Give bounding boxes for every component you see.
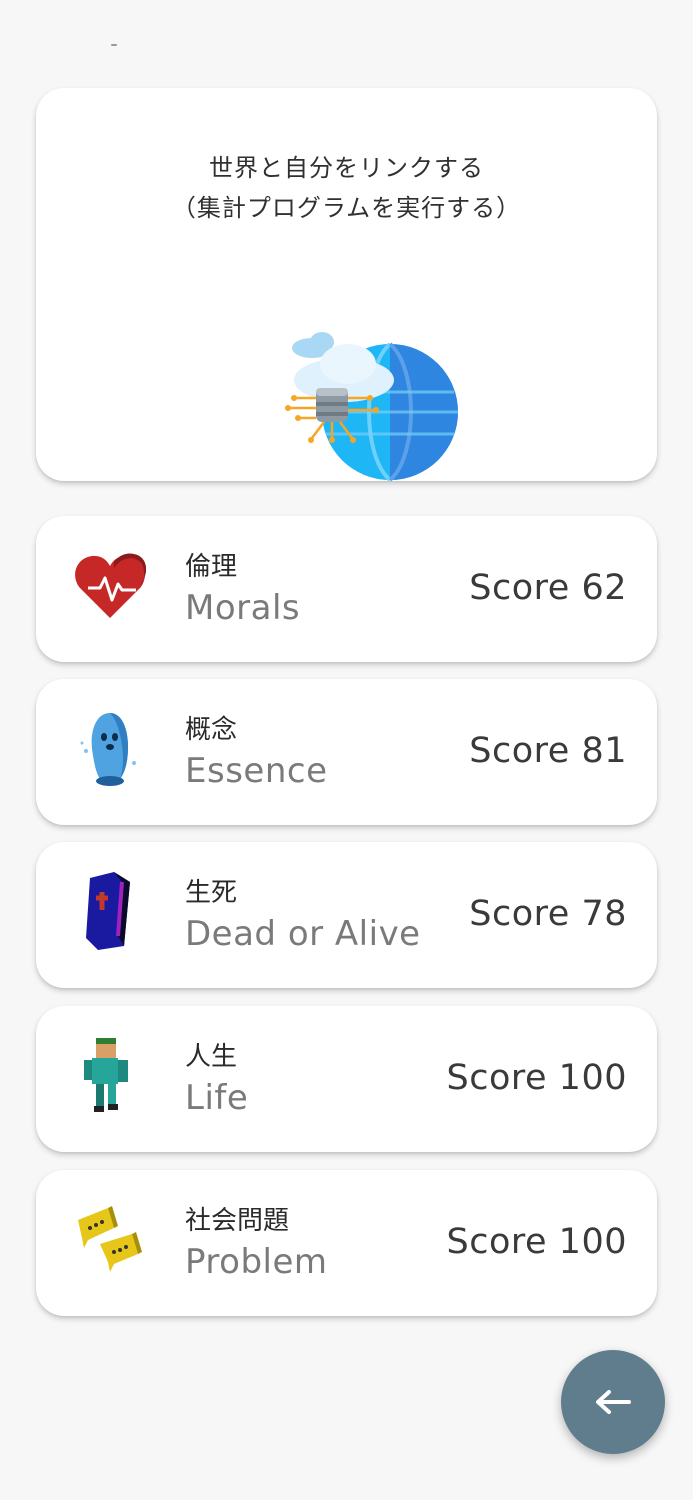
category-en-label: Problem [185,1242,328,1282]
category-score: Score 100 [446,1222,627,1262]
category-en-label: Dead or Alive [185,914,421,954]
category-jp-label: 人生 [185,1042,238,1072]
hero-text: 世界と自分をリンクする （集計プログラムを実行する） [36,148,657,228]
back-button[interactable] [561,1350,665,1454]
category-jp-label: 概念 [185,715,238,745]
link-world-card[interactable]: 世界と自分をリンクする （集計プログラムを実行する） [36,88,657,482]
app-screen: 世界と自分をリンクする （集計プログラムを実行する） 倫理 Morals Sco… [0,0,693,1500]
coffin-icon [86,872,130,950]
category-en-label: Essence [185,751,328,791]
category-score: Score 100 [446,1058,627,1098]
chat-bubbles-icon [78,1206,142,1272]
person-icon [84,1038,128,1112]
category-card-dead-or-alive[interactable]: 生死 Dead or Alive Score 78 [36,842,657,988]
category-jp-label: 生死 [185,878,238,908]
category-score: Score 81 [469,731,627,771]
hero-line1: 世界と自分をリンクする [209,154,484,182]
arrow-left-icon [596,1390,631,1414]
category-card-essence[interactable]: 概念 Essence Score 81 [36,679,657,825]
category-card-problem[interactable]: 社会問題 Problem Score 100 [36,1170,657,1316]
heart-pulse-icon [75,553,146,618]
ghost-icon [80,713,136,786]
category-score: Score 78 [469,894,627,934]
category-en-label: Life [185,1078,249,1118]
category-card-morals[interactable]: 倫理 Morals Score 62 [36,516,657,662]
category-jp-label: 社会問題 [185,1206,290,1236]
category-card-life[interactable]: 人生 Life Score 100 [36,1006,657,1152]
category-en-label: Morals [185,588,301,628]
status-indicator [111,44,117,46]
hero-line2: （集計プログラムを実行する） [171,194,522,222]
globe-server-cloud-icon [285,332,458,482]
category-score: Score 62 [469,568,627,608]
category-jp-label: 倫理 [185,552,238,582]
